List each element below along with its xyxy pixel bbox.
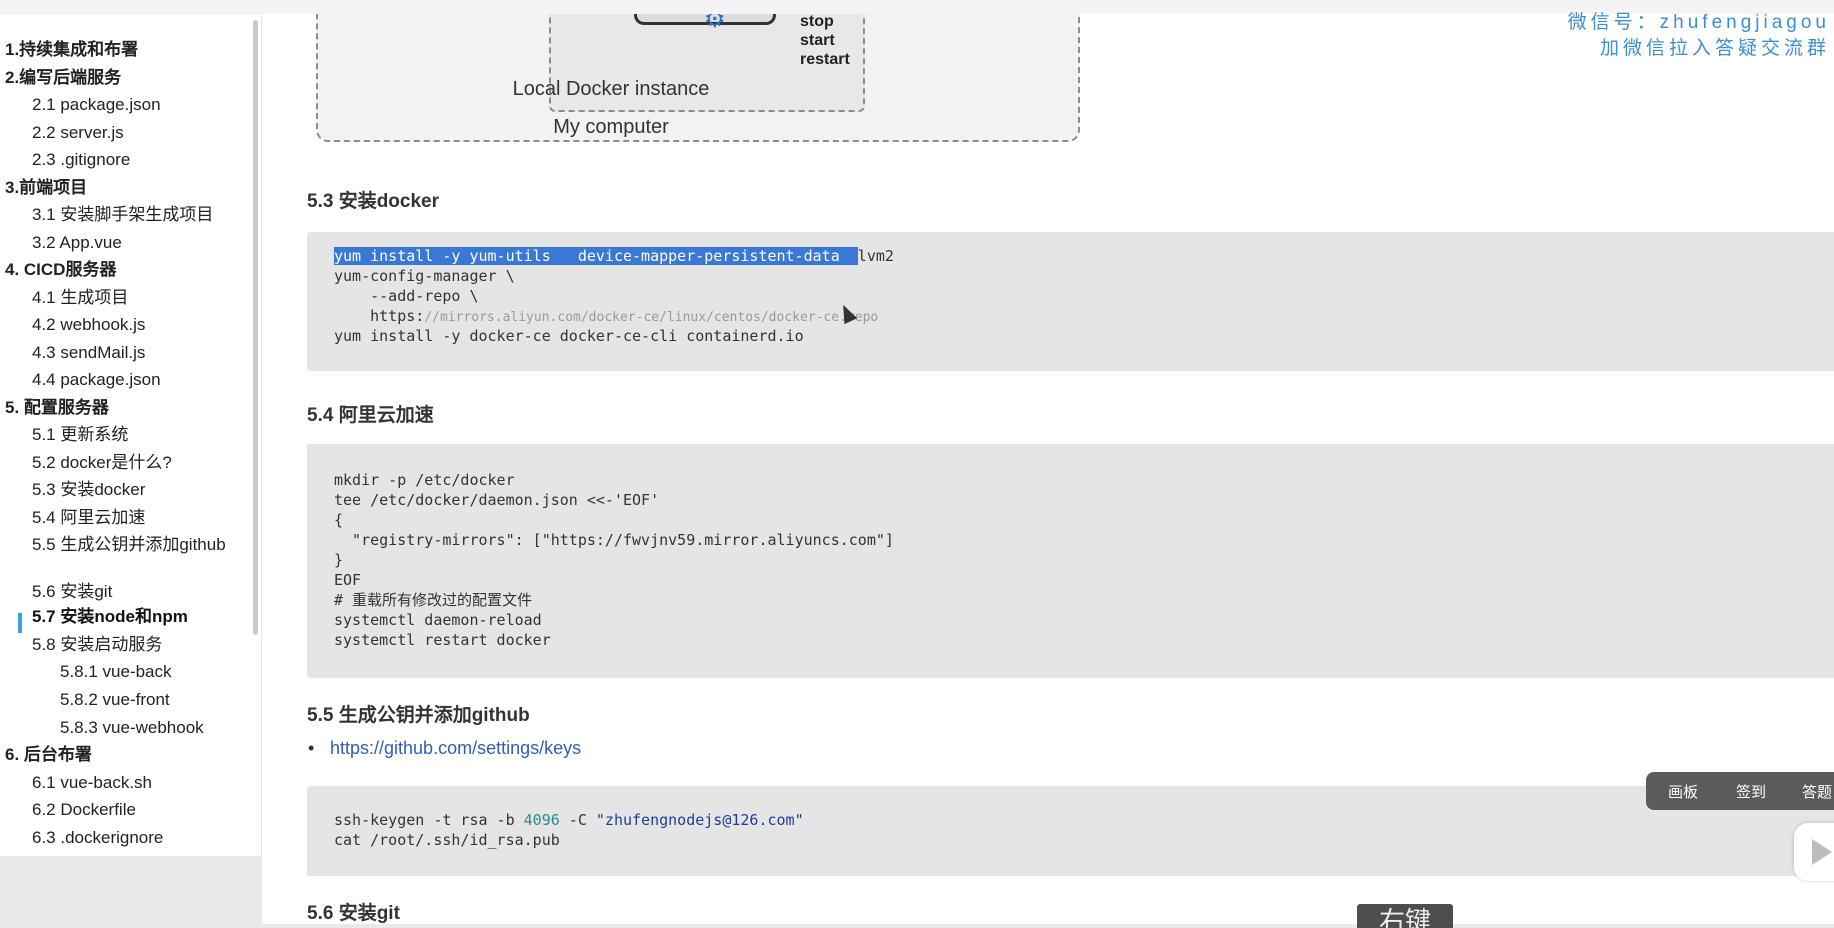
code-string: "zhufengnodejs@126.com": [595, 811, 804, 829]
code-text: ssh-keygen -t rsa -b: [334, 811, 524, 829]
code-line: systemctl restart docker: [334, 631, 551, 649]
toolbar-qiandao-button[interactable]: 签到: [1736, 781, 1766, 802]
sidebar-scrollbar[interactable]: [253, 20, 258, 635]
browser-top-strip: [0, 0, 1834, 15]
diagram-cmd-stop: stop: [800, 14, 834, 30]
toc-item[interactable]: 3.前端项目: [5, 178, 87, 198]
right-click-key-overlay: 右键: [1357, 904, 1453, 928]
toc-item[interactable]: 4. CICD服务器: [5, 260, 116, 280]
toolbar-huaban-button[interactable]: 画板: [1668, 781, 1698, 802]
toc-item[interactable]: 5.2 docker是什么?: [32, 453, 172, 473]
code-line: yum install -y yum-utils device-mapper-p…: [334, 246, 894, 266]
code-block-5-3[interactable]: yum install -y yum-utils device-mapper-p…: [307, 232, 1834, 371]
diagram-local-docker-label: Local Docker instance: [512, 78, 710, 100]
diagram-my-computer-label: My computer: [553, 116, 669, 138]
code-comment: //mirrors.aliyun.com/docker-ce/linux/cen…: [424, 310, 879, 325]
gear-icon: ⚙: [704, 14, 726, 33]
toc-item[interactable]: 5.7 安装node和npm: [32, 607, 188, 627]
toc-item[interactable]: 2.3 .gitignore: [32, 150, 130, 170]
code-text: lvm2: [857, 247, 894, 265]
diagram-cmd-restart: restart: [800, 51, 850, 68]
toc-item[interactable]: 5.5 生成公钥并添加github: [32, 535, 232, 555]
heading-5-3: 5.3 安装docker: [307, 191, 439, 212]
code-line: "registry-mirrors": ["https://fwvjnv59.m…: [334, 531, 894, 549]
code-line: mkdir -p /etc/docker: [334, 471, 515, 489]
toc-item[interactable]: 5.8.1 vue-back: [60, 662, 172, 682]
toc-item[interactable]: 6.3 .dockerignore: [32, 828, 163, 848]
toc-sidebar: 1.持续集成和布署 2.编写后端服务 2.1 package.json 2.2 ser…: [0, 14, 262, 856]
toc-item[interactable]: 5.4 阿里云加速: [32, 508, 145, 528]
code-line: {: [334, 511, 344, 529]
code-number: 4096: [523, 811, 560, 829]
toc-item[interactable]: 3.1 安装脚手架生成项目: [32, 205, 213, 225]
toc-item[interactable]: 4.2 webhook.js: [32, 315, 145, 335]
toc-item[interactable]: 5.3 安装docker: [32, 480, 145, 500]
wechat-watermark: 微信号：zhufengjiagou 加微信拉入答疑交流群: [1568, 10, 1830, 62]
toc-item[interactable]: 5.1 更新系统: [32, 425, 128, 445]
toc-item[interactable]: 2.编写后端服务: [5, 68, 121, 88]
toc-item[interactable]: 5.6 安装git: [32, 582, 112, 602]
floating-toolbar: 画板 签到 答题: [1646, 772, 1834, 810]
toc-item[interactable]: 5. 配置服务器: [5, 398, 109, 418]
toc-item[interactable]: 5.8.2 vue-front: [60, 690, 170, 710]
code-line: ssh-keygen -t rsa -b 4096 -C "zhufengnod…: [334, 810, 804, 830]
heading-5-4: 5.4 阿里云加速: [307, 405, 434, 426]
toc-item[interactable]: 4.3 sendMail.js: [32, 343, 145, 363]
toc-active-indicator: [18, 613, 22, 633]
heading-5-5: 5.5 生成公钥并添加github: [307, 705, 530, 726]
toc-item[interactable]: 3.2 App.vue: [32, 233, 122, 253]
heading-5-6: 5.6 安装git: [307, 903, 400, 924]
code-line: https://mirrors.aliyun.com/docker-ce/lin…: [334, 306, 878, 328]
toc-item[interactable]: 6. 后台布署: [5, 745, 92, 765]
toc-item[interactable]: 2.1 package.json: [32, 95, 161, 115]
link-github-keys[interactable]: https://github.com/settings/keys: [308, 738, 581, 759]
document-content: ⚙ stop start restart Local Docker instan…: [262, 14, 1834, 924]
watermark-line-1: 微信号：zhufengjiagou: [1567, 12, 1830, 33]
code-line: yum-config-manager \: [334, 267, 515, 285]
toolbar-dati-button[interactable]: 答题: [1802, 781, 1832, 802]
code-line: --add-repo \: [334, 287, 479, 305]
toc-item[interactable]: 5.8 安装启动服务: [32, 635, 162, 655]
play-button[interactable]: [1794, 823, 1834, 881]
watermark-line-2: 加微信拉入答疑交流群: [1599, 38, 1830, 59]
code-line: yum install -y docker-ce docker-ce-cli c…: [334, 327, 804, 345]
toc-item[interactable]: 4.4 package.json: [32, 370, 161, 390]
code-line: # 重载所有修改过的配置文件: [334, 591, 533, 609]
code-line: tee /etc/docker/daemon.json <<-'EOF': [334, 491, 660, 509]
code-line: systemctl daemon-reload: [334, 611, 542, 629]
toc-item[interactable]: 5.8.3 vue-webhook: [60, 718, 204, 738]
toc-item[interactable]: 2.2 server.js: [32, 123, 124, 143]
toc-item[interactable]: 6.2 Dockerfile: [32, 800, 136, 820]
code-block-5-4[interactable]: mkdir -p /etc/docker tee /etc/docker/daem…: [307, 444, 1834, 678]
diagram-cmd-start: start: [800, 32, 835, 49]
toc-item[interactable]: 6.1 vue-back.sh: [32, 773, 152, 793]
code-text: https:: [334, 307, 425, 325]
toc-item[interactable]: 1.持续集成和布署: [5, 40, 138, 60]
code-block-5-5[interactable]: ssh-keygen -t rsa -b 4096 -C "zhufengnod…: [307, 786, 1834, 876]
selected-text: yum install -y yum-utils device-mapper-p…: [334, 247, 858, 265]
code-line: EOF: [334, 571, 362, 589]
play-icon: [1812, 839, 1832, 865]
code-line: cat /root/.ssh/id_rsa.pub: [334, 831, 560, 849]
code-line: }: [334, 551, 344, 569]
code-text: -C: [559, 811, 596, 829]
toc-item[interactable]: 4.1 生成项目: [32, 288, 128, 308]
